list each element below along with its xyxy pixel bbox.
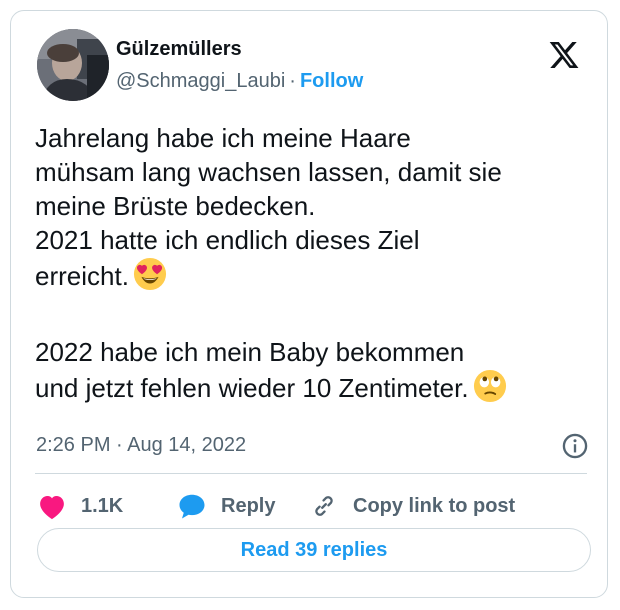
follow-button[interactable]: Follow xyxy=(300,70,363,92)
author-handle-row: @Schmaggi_Laubi · Follow xyxy=(116,70,363,93)
tweet-text-line-with-emoji: und jetzt fehlen wieder 10 Zentimeter. xyxy=(35,369,595,411)
tweet-text-line-with-emoji: erreicht. xyxy=(35,257,595,299)
author-handle[interactable]: @Schmaggi_Laubi xyxy=(116,70,285,92)
copy-link-label: Copy link to post xyxy=(353,494,516,517)
like-count: 1.1K xyxy=(81,494,124,517)
divider xyxy=(35,473,587,474)
tweet-text-line: 2022 habe ich mein Baby bekommen xyxy=(35,337,465,367)
tweet-text-line: meine Brüste bedecken. xyxy=(35,191,316,221)
info-icon[interactable] xyxy=(561,432,589,460)
avatar-image xyxy=(37,29,109,101)
copy-link-button[interactable]: Copy link to post xyxy=(309,491,515,521)
x-logo-icon[interactable] xyxy=(547,39,581,71)
tweet-text-line: mühsam lang wachsen lassen, damit sie xyxy=(35,157,502,187)
tweet-text-line: 2021 hatte ich endlich dieses Ziel xyxy=(35,225,420,255)
heart-eyes-emoji-icon xyxy=(133,257,167,299)
link-icon xyxy=(315,496,333,516)
rolling-eyes-emoji-icon xyxy=(473,369,507,411)
tweet-text-fragment: und jetzt fehlen wieder 10 Zentimeter. xyxy=(35,373,469,403)
like-button[interactable]: 1.1K xyxy=(37,491,123,521)
separator-dot: · xyxy=(289,70,296,92)
reply-bubble-icon xyxy=(179,494,205,519)
reply-button[interactable]: Reply xyxy=(177,491,275,521)
reply-label: Reply xyxy=(221,494,276,517)
timestamp-link[interactable]: 2:26 PM · Aug 14, 2022 xyxy=(36,434,246,457)
avatar[interactable] xyxy=(37,29,109,101)
tweet-text-line: Jahrelang habe ich meine Haare xyxy=(35,123,411,153)
read-replies-button[interactable]: Read 39 replies xyxy=(37,528,591,572)
author-display-name[interactable]: Gülzemüllers xyxy=(116,38,242,61)
tweet-text: Jahrelang habe ich meine Haare mühsam la… xyxy=(35,121,595,411)
tweet-text-fragment: erreicht. xyxy=(35,261,129,291)
heart-icon xyxy=(40,496,64,520)
tweet-card: Gülzemüllers @Schmaggi_Laubi · Follow Jahr… xyxy=(10,10,608,598)
